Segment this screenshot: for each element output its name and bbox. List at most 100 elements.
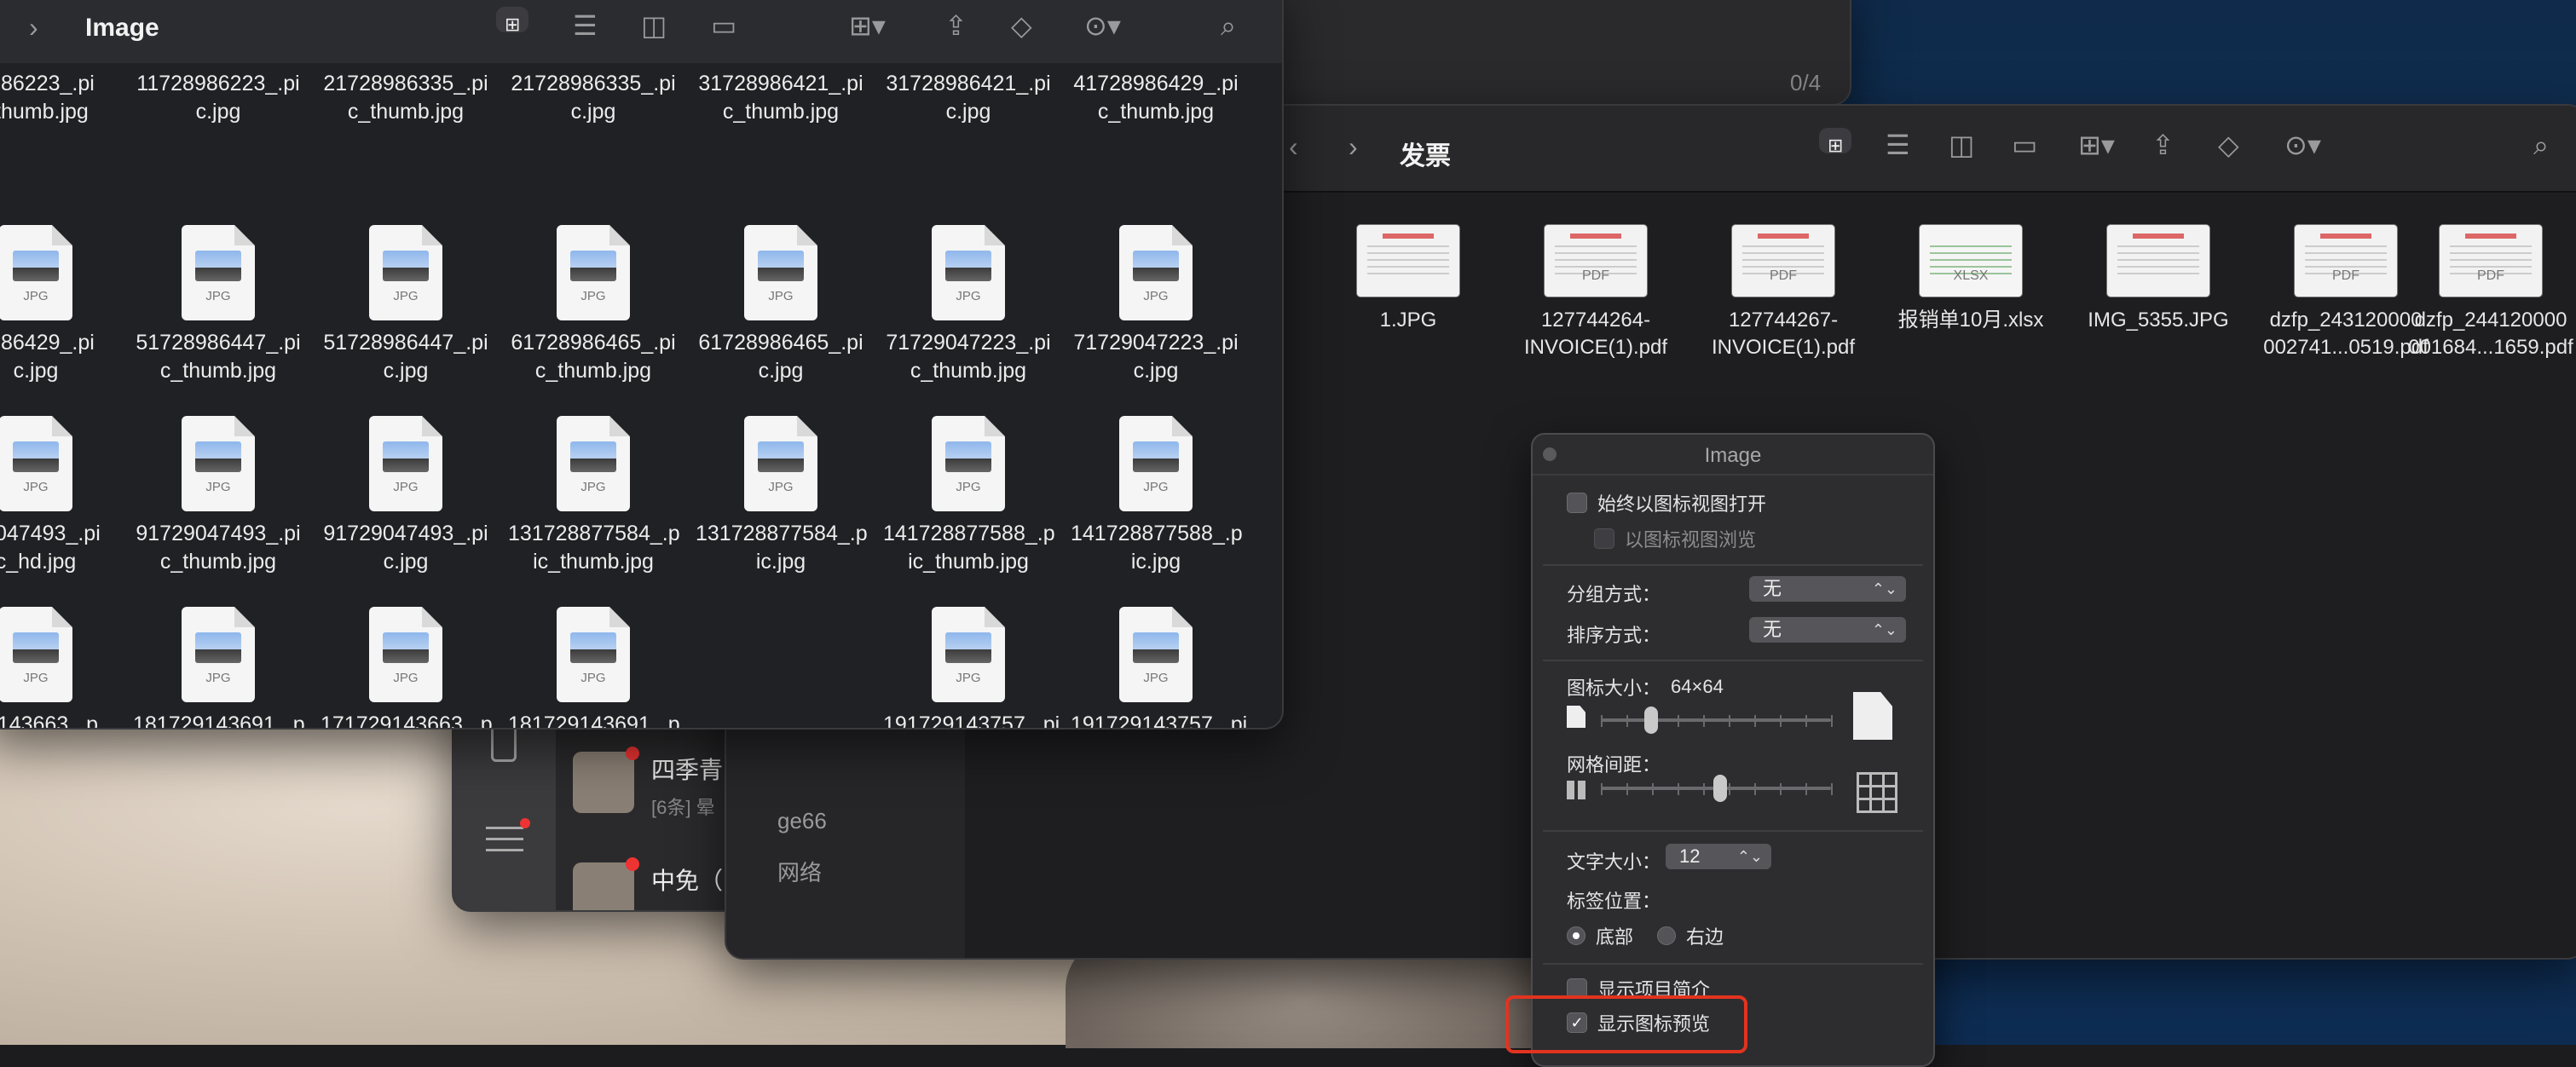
browse-icon-view-option[interactable]: 以图标视图浏览 (1594, 525, 1756, 552)
file-item[interactable]: JPG 141728877588_.p ic_thumb.jpg (883, 416, 1055, 576)
file-item[interactable]: JPG 91729047493_.pi c.jpg (321, 416, 491, 576)
group-icon[interactable]: ⊞▾ (2078, 131, 2115, 159)
group-icon[interactable]: ⊞▾ (849, 12, 886, 39)
file-name: 29047493_.pi c_hd.jpg (0, 522, 101, 574)
file-item[interactable]: JPG 191729143757_.pi c_thumb.jpg (883, 607, 1060, 730)
file-name: 181729143691_.p ic_thumb.jpg (133, 712, 305, 730)
file-item[interactable]: XLSX 报销单10月.xlsx (1877, 225, 2065, 334)
column-view-icon[interactable]: ◫ (641, 12, 667, 39)
label-bottom-option[interactable]: 底部 (1567, 922, 1633, 949)
icon-size-slider[interactable] (1601, 707, 1833, 734)
column-view-icon[interactable]: ◫ (1949, 131, 1974, 159)
radio-button[interactable] (1657, 926, 1676, 945)
slider-tick (1831, 715, 1833, 727)
share-icon[interactable]: ⇪ (2151, 131, 2175, 159)
file-item[interactable]: 21728986335_.pi c_thumb.jpg (321, 70, 491, 126)
checkbox[interactable] (1594, 528, 1614, 549)
file-item[interactable]: 31728986421_.pi c.jpg (883, 70, 1054, 126)
pdf-thumbnail: PDF (1545, 225, 1647, 297)
file-item[interactable]: JPG 181729143691_.p ic_thumb.jpg (133, 607, 305, 730)
file-item[interactable]: 11728986223_.pi c.jpg (133, 70, 303, 126)
file-item[interactable]: JPG 191729143757_.pi c.jpg (1071, 607, 1247, 728)
tag-icon[interactable]: ◇ (2218, 131, 2239, 159)
icon-view-icon[interactable]: ⊞ (1819, 128, 1852, 156)
file-item[interactable]: PDF dzfp_244120000 001684...1659.pdf (2397, 225, 2576, 361)
slider-knob[interactable] (1713, 775, 1728, 802)
grid-spacing-label: 网格间距： (1567, 754, 1661, 776)
jpg-file-icon: JPG (1119, 225, 1193, 320)
file-item[interactable]: JPG 71729047223_.pi c_thumb.jpg (883, 225, 1054, 385)
slider-tick (1729, 783, 1730, 795)
jpg-file-icon: JPG (0, 225, 72, 320)
label-right-option[interactable]: 右边 (1657, 922, 1724, 949)
radio-button[interactable] (1567, 926, 1585, 945)
file-item[interactable]: JPG 91729047493_.pi c_thumb.jpg (133, 416, 303, 576)
file-name: 191729143757_.pi c_thumb.jpg (883, 712, 1060, 730)
file-item[interactable]: JPG 181729143691_.p ic.jpg (508, 607, 680, 728)
sidebar-item-network[interactable]: 网络 (777, 856, 822, 887)
gallery-view-icon[interactable]: ▭ (2012, 131, 2037, 159)
grid-spacing-slider[interactable] (1601, 775, 1833, 802)
file-name: 91729047493_.pi c.jpg (323, 522, 488, 574)
file-item[interactable]: 8986223_.pi _thumb.jpg (0, 70, 121, 126)
file-item[interactable]: JPG 29143663_.p _thumb.jpg (0, 607, 121, 728)
file-item[interactable]: JPG 131728877584_.p ic_thumb.jpg (508, 416, 680, 576)
file-item[interactable]: JPG 171729143663_.p ic.jpg (321, 607, 493, 728)
list-view-icon[interactable]: ☰ (573, 12, 598, 39)
file-item[interactable]: 31728986421_.pi c_thumb.jpg (696, 70, 866, 126)
file-item[interactable]: 21728986335_.pi c.jpg (508, 70, 679, 126)
checkbox[interactable] (1567, 493, 1587, 513)
forward-icon[interactable]: › (1349, 133, 1358, 160)
sort-by-select[interactable]: 无 ⌃⌄ (1749, 617, 1906, 643)
file-item[interactable]: JPG 51728986447_.pi c_thumb.jpg (133, 225, 303, 385)
chat-item[interactable]: 中免（ (573, 857, 723, 910)
group-by-select[interactable]: 无 ⌃⌄ (1749, 576, 1906, 602)
gallery-view-icon[interactable]: ▭ (711, 12, 736, 39)
search-icon[interactable]: ⌕ (1221, 12, 1236, 39)
jpg-file-icon: JPG (557, 607, 630, 702)
menu-icon[interactable] (486, 818, 530, 856)
search-icon[interactable]: ⌕ (2533, 131, 2549, 159)
slider-knob[interactable] (1644, 707, 1659, 734)
divider (1543, 830, 1923, 832)
file-item[interactable]: IMG_5355.JPG (2065, 225, 2252, 334)
slider-tick (1703, 715, 1705, 727)
file-item[interactable]: PDF 127744264- INVOICE(1).pdf (1502, 225, 1689, 361)
file-item[interactable]: JPG 51728986447_.pi c.jpg (321, 225, 491, 385)
jpg-file-icon: JPG (182, 416, 255, 511)
file-item[interactable]: 1.JPG (1314, 225, 1502, 334)
jpg-file-icon: JPG (932, 416, 1005, 511)
icon-view-icon[interactable]: ⊞ (496, 7, 529, 35)
option-label: 右边 (1686, 926, 1724, 948)
jpg-file-icon: JPG (557, 416, 630, 511)
more-icon[interactable]: ⊙▾ (2284, 131, 2321, 159)
tag-icon[interactable]: ◇ (1011, 12, 1032, 39)
file-name: 61728986465_.pi c_thumb.jpg (511, 331, 676, 383)
file-name: IMG_5355.JPG (2088, 309, 2229, 332)
file-item[interactable]: JPG 131728877584_.p ic.jpg (696, 416, 868, 576)
phone-icon[interactable] (491, 724, 517, 762)
forward-icon[interactable]: › (29, 14, 38, 41)
file-item[interactable]: JPG 71729047223_.pi c.jpg (1071, 225, 1241, 385)
file-item[interactable]: JPG 61728986465_.pi c.jpg (696, 225, 866, 385)
text-size-label: 文字大小： (1567, 851, 1661, 873)
share-icon[interactable]: ⇪ (944, 12, 967, 39)
back-icon[interactable]: ‹ (1289, 133, 1298, 160)
file-item[interactable]: JPG 8986429_.pi c.jpg (0, 225, 121, 385)
file-item[interactable]: JPG 61728986465_.pi c_thumb.jpg (508, 225, 679, 385)
text-size-select[interactable]: 12 ⌃⌄ (1666, 844, 1771, 869)
file-name: 71729047223_.pi c.jpg (1073, 331, 1239, 383)
list-view-icon[interactable]: ☰ (1886, 131, 1910, 159)
file-item[interactable]: JPG 141728877588_.p ic.jpg (1071, 416, 1243, 576)
file-item[interactable]: PDF 127744267- INVOICE(1).pdf (1689, 225, 1877, 361)
sidebar-item-ge66[interactable]: ge66 (777, 808, 827, 834)
more-icon[interactable]: ⊙▾ (1084, 12, 1121, 39)
avatar (573, 747, 639, 813)
jpg-file-icon: JPG (1119, 607, 1193, 702)
large-grid-icon (1857, 772, 1897, 813)
slider-tick (1831, 783, 1833, 795)
chat-item[interactable]: 四季青 [6条] 晕 (573, 747, 723, 820)
file-item[interactable]: JPG 29047493_.pi c_hd.jpg (0, 416, 121, 576)
file-item[interactable]: 41728986429_.pi c_thumb.jpg (1071, 70, 1241, 126)
always-open-icon-view-option[interactable]: 始终以图标视图打开 (1567, 489, 1766, 516)
